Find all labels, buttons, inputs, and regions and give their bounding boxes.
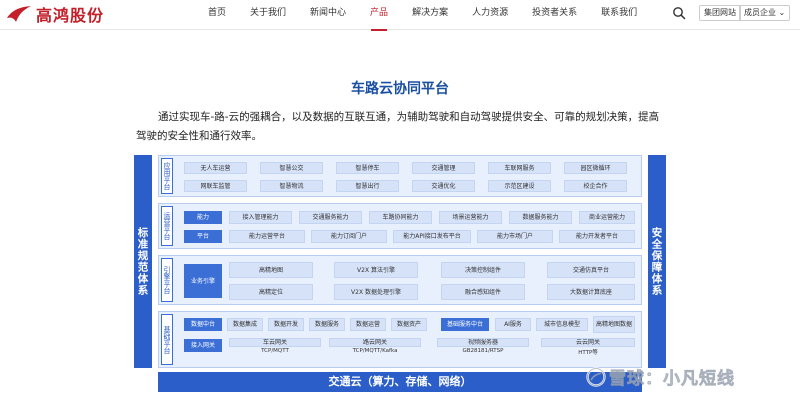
- logo[interactable]: 高鸿股份: [6, 3, 104, 25]
- site-header: 高鸿股份 首页 关于我们 新闻中心 产品 解决方案 人力资源 投资者关系 联系我…: [0, 0, 800, 31]
- platform-tag: 平台: [184, 230, 222, 243]
- logo-text: 高鸿股份: [36, 6, 105, 25]
- watermark: 雪球：小凡短线: [586, 364, 735, 389]
- nav-investors[interactable]: 投资者关系: [520, 0, 589, 30]
- app-item: 智慧出行: [336, 180, 399, 192]
- data-item: 数据运营: [350, 318, 386, 331]
- gateway-protocol: GB28181/RTSP: [462, 348, 504, 354]
- nav-products[interactable]: 产品: [358, 0, 400, 31]
- security-column: 安全保障体系: [648, 155, 666, 368]
- data-item: 数据资产: [391, 318, 427, 331]
- member-company-label: 成员企业: [744, 8, 776, 17]
- app-layer: 应用平台 无人车运营 智慧公交 智慧停车 交通管理 车联网服务 园区微循环 网联…: [158, 155, 642, 197]
- snowball-logo-icon: [586, 366, 606, 387]
- access-gateway-tag: 接入网关: [184, 339, 222, 352]
- nav-home[interactable]: 首页: [196, 0, 238, 30]
- engine-layer-label: 引擎平台: [161, 258, 173, 302]
- nav-contact[interactable]: 联系我们: [589, 0, 649, 30]
- app-item: 智慧物流: [260, 180, 323, 192]
- app-item: 无人车运营: [184, 162, 247, 174]
- member-company-select[interactable]: 成员企业 ⌄: [739, 5, 791, 21]
- engine-item: 高精地图: [229, 262, 313, 278]
- app-item: 网联车监管: [184, 180, 247, 192]
- standards-column: 标准规范体系: [134, 155, 152, 368]
- data-item: 数据开发: [268, 318, 304, 331]
- gateway-protocol: TCP/MQTT/Kafka: [352, 348, 398, 354]
- platform-item: 能力运营平台: [229, 230, 305, 243]
- main-nav: 首页 关于我们 新闻中心 产品 解决方案 人力资源 投资者关系 联系我们: [196, 0, 649, 31]
- logo-bird-icon: [7, 6, 31, 22]
- data-item: 数据服务: [309, 318, 345, 331]
- ops-layer-label: 运营平台: [161, 206, 173, 246]
- engine-item: 决策控制组件: [441, 262, 525, 278]
- app-item: 园区微循环: [564, 162, 627, 174]
- capability-item: 交通服务能力: [299, 211, 362, 224]
- diagram-center: 应用平台 无人车运营 智慧公交 智慧停车 交通管理 车联网服务 园区微循环 网联…: [158, 155, 642, 368]
- chevron-down-icon: ⌄: [778, 8, 786, 17]
- capability-item: 车路协同能力: [369, 211, 432, 224]
- capability-item: 数据服务能力: [509, 211, 572, 224]
- app-item: 智慧停车: [336, 162, 399, 174]
- service-item: 城市信息模型: [536, 318, 588, 331]
- capability-tag: 能力: [184, 211, 222, 224]
- gateway-item: 云云网关: [541, 338, 635, 347]
- app-item: 智慧公交: [260, 162, 323, 174]
- app-item: 车联网服务: [488, 162, 551, 174]
- gateway-item: 路云网关: [329, 338, 421, 347]
- app-item: 交通管理: [412, 162, 475, 174]
- gateway-item: 车云网关: [229, 338, 321, 347]
- app-item: 校企合作: [564, 180, 627, 192]
- engine-item: 融合感知组件: [441, 284, 525, 300]
- watermark-text: 雪球：小凡短线: [609, 369, 735, 390]
- ops-layer: 运营平台 能力 接入管理能力 交通服务能力 车路协同能力 场景运营能力 数据服务…: [158, 203, 642, 249]
- base-layer-label: 基础平台: [161, 314, 173, 365]
- traffic-cloud-bar: 交通云（算力、存储、网络）: [158, 372, 642, 392]
- app-item: 示范区建设: [488, 180, 551, 192]
- gateway-item: 视频服务器: [437, 338, 529, 347]
- data-platform-tag: 数据中台: [184, 318, 222, 331]
- data-item: 数据集成: [227, 318, 263, 331]
- nav-solutions[interactable]: 解决方案: [400, 0, 460, 30]
- gateway-protocol: TCP/MQTT: [261, 348, 289, 354]
- platform-item: 能力API接口发布平台: [393, 230, 471, 243]
- engine-item: 交通仿真平台: [547, 262, 635, 278]
- app-item: 交通优化: [412, 180, 475, 192]
- nav-news[interactable]: 新闻中心: [298, 0, 358, 30]
- gateway-protocol: HTTP等: [578, 350, 598, 356]
- service-item: 高精地图数据: [593, 316, 635, 333]
- engine-item: V2X 数据处理引擎: [334, 284, 418, 300]
- platform-item: 能力订阅门户: [311, 230, 387, 243]
- service-item: AI服务: [495, 318, 531, 331]
- engine-item: V2X 算法引擎: [334, 262, 418, 278]
- search-icon[interactable]: [672, 6, 686, 20]
- platform-item: 能力市场门户: [477, 230, 553, 243]
- intro-paragraph: 通过实现车-路-云的强耦合，以及数据的互联互通，为辅助驾驶和自动驾驶提供安全、可…: [136, 111, 660, 142]
- capability-item: 商业运营能力: [579, 211, 635, 224]
- capability-item: 场景运营能力: [439, 211, 502, 224]
- capability-item: 接入管理能力: [229, 211, 292, 224]
- business-engine-tag: 业务引擎: [184, 264, 222, 298]
- base-service-tag: 基础服务中台: [441, 318, 489, 331]
- platform-item: 能力开发者平台: [559, 230, 635, 243]
- page-title: 车路云协同平台: [351, 81, 449, 97]
- engine-layer: 引擎平台 业务引擎 高精地图 V2X 算法引擎 决策控制组件 交通仿真平台 高精…: [158, 255, 642, 305]
- app-layer-label: 应用平台: [161, 158, 173, 194]
- base-layer: 基础平台 数据中台 数据集成 数据开发 数据服务 数据运营 数据资产 基础服务中…: [158, 311, 642, 368]
- architecture-diagram: 标准规范体系 安全保障体系 应用平台 无人车运营 智慧公交 智慧停车 交通管理 …: [134, 155, 666, 392]
- nav-about[interactable]: 关于我们: [238, 0, 298, 30]
- engine-item: 大数据计算底座: [547, 284, 635, 300]
- group-site-button[interactable]: 集团网站: [699, 5, 741, 21]
- nav-hr[interactable]: 人力资源: [460, 0, 520, 30]
- engine-item: 高精定位: [229, 284, 313, 300]
